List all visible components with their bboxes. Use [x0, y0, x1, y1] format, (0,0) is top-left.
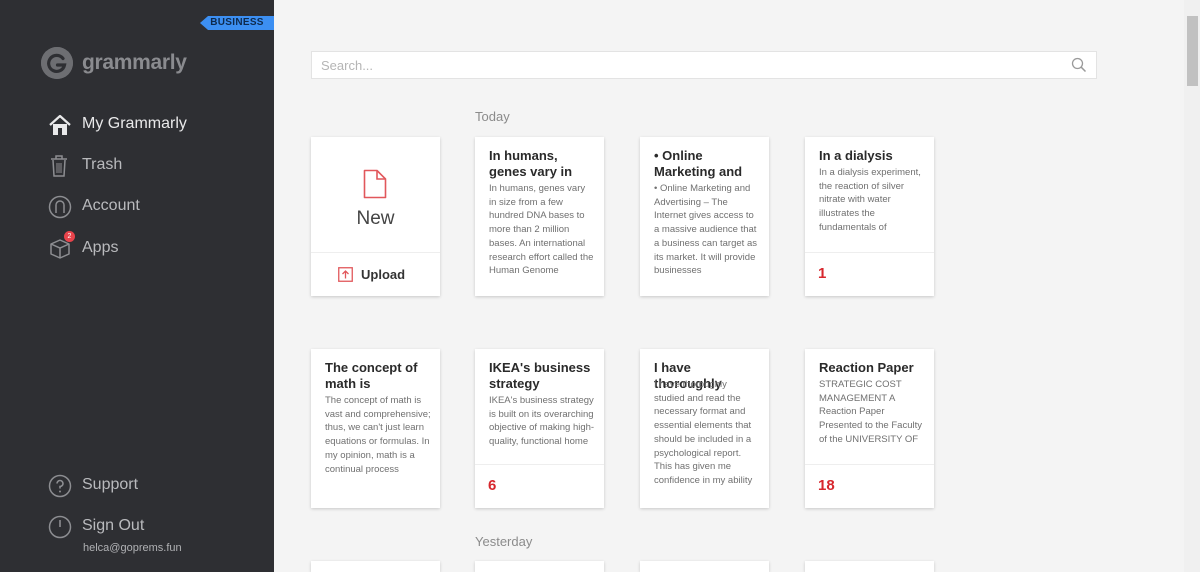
document-preview: In a dialysis experiment, the reaction o…: [819, 167, 921, 233]
document-card[interactable]: The concept of math is The concept of ma…: [311, 349, 440, 508]
document-card[interactable]: In humans, genes vary in In humans, gene…: [475, 137, 604, 296]
issue-count: 18: [818, 477, 835, 494]
sidebar: BUSINESS grammarly My Grammarly Trash Ac…: [0, 0, 274, 572]
scrollbar-thumb[interactable]: [1187, 16, 1198, 86]
user-email: helca@goprems.fun: [83, 542, 182, 554]
document-title: IKEA's business strategy: [489, 360, 591, 391]
search-input[interactable]: [312, 52, 1052, 78]
nav-label: Sign Out: [82, 517, 145, 534]
document-preview: I have thoroughly studied and read the n…: [654, 379, 753, 486]
nav-label: My Grammarly: [82, 115, 187, 132]
upload-icon: [338, 267, 353, 287]
new-document-card: New Upload: [311, 137, 440, 296]
upload-label: Upload: [361, 267, 406, 282]
card-footer: 6: [475, 464, 604, 508]
nav-label: Support: [82, 476, 139, 493]
upload-button[interactable]: Upload: [311, 252, 440, 296]
document-card[interactable]: [640, 561, 769, 572]
account-icon: [48, 195, 72, 219]
nav-label: Account: [82, 197, 140, 214]
document-card[interactable]: In a dialysis In a dialysis experiment, …: [805, 137, 934, 296]
document-preview: STRATEGIC COST MANAGEMENT A Reaction Pap…: [819, 379, 922, 445]
nav-label: Trash: [82, 156, 123, 173]
document-card[interactable]: • Online Marketing and • Online Marketin…: [640, 137, 769, 296]
nav-sign-out[interactable]: Sign Out: [48, 513, 144, 539]
new-label: New: [356, 208, 395, 229]
document-preview: The concept of math is vast and comprehe…: [325, 395, 431, 475]
document-card[interactable]: [805, 561, 934, 572]
question-icon: [48, 474, 72, 498]
apps-notification-badge: 2: [64, 231, 75, 242]
document-title: In a dialysis: [819, 148, 893, 163]
nav-apps[interactable]: 2 Apps: [48, 231, 119, 261]
trash-icon: [48, 154, 70, 177]
new-document-icon: [363, 169, 387, 204]
document-title: In humans, genes vary in: [489, 148, 573, 179]
document-card[interactable]: [311, 561, 440, 572]
power-icon: [48, 515, 72, 539]
issue-count: 1: [818, 265, 827, 282]
document-card[interactable]: IKEA's business strategy IKEA's business…: [475, 349, 604, 508]
apps-icon: 2: [48, 231, 75, 259]
section-header-today: Today: [475, 109, 510, 124]
search-bar: [311, 51, 1097, 79]
document-preview: IKEA's business strategy is built on its…: [489, 395, 595, 448]
grammarly-logo-icon: [41, 47, 73, 79]
nav-account[interactable]: Account: [48, 193, 140, 219]
logo[interactable]: grammarly: [41, 47, 187, 79]
scrollbar[interactable]: [1184, 0, 1200, 572]
document-title: The concept of math is: [325, 360, 418, 391]
document-title: Reaction Paper: [819, 360, 914, 375]
business-badge: BUSINESS: [200, 16, 274, 30]
section-header-yesterday: Yesterday: [475, 534, 533, 549]
card-footer: 1: [805, 252, 934, 296]
document-preview: In humans, genes vary in size from a few…: [489, 183, 594, 274]
document-card[interactable]: I have thoroughly I have thoroughly stud…: [640, 349, 769, 508]
document-preview: • Online Marketing and Advertising – The…: [654, 183, 757, 274]
document-title: • Online Marketing and: [654, 148, 743, 179]
new-document-button[interactable]: New: [311, 137, 440, 251]
nav-my-grammarly[interactable]: My Grammarly: [48, 111, 187, 137]
card-footer: 18: [805, 464, 934, 508]
home-icon: [48, 113, 71, 135]
nav-label: Apps: [82, 239, 119, 256]
document-card[interactable]: Reaction Paper STRATEGIC COST MANAGEMENT…: [805, 349, 934, 508]
nav-support[interactable]: Support: [48, 472, 138, 498]
issue-count: 6: [488, 477, 497, 494]
document-card[interactable]: [475, 561, 604, 572]
logo-text: grammarly: [82, 51, 187, 74]
search-icon[interactable]: [1071, 57, 1087, 78]
nav-trash[interactable]: Trash: [48, 152, 122, 178]
